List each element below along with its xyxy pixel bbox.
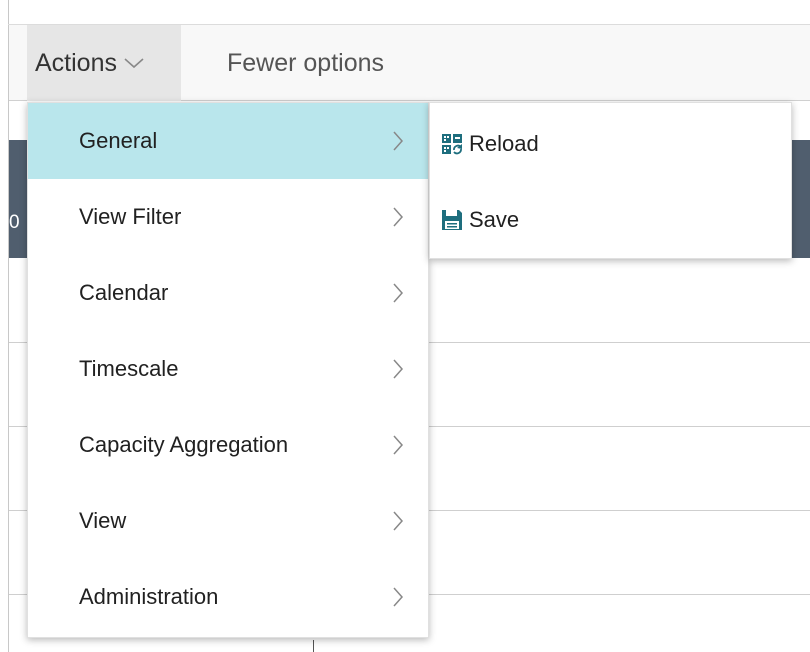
chevron-right-icon xyxy=(393,207,404,227)
chevron-right-icon xyxy=(393,283,404,303)
menu-item-label: Capacity Aggregation xyxy=(79,432,289,457)
general-submenu: Reload Save xyxy=(429,102,792,259)
save-icon xyxy=(442,210,462,230)
chevron-right-icon xyxy=(393,359,404,379)
fewer-options-button[interactable]: Fewer options xyxy=(227,25,384,101)
chevron-down-icon xyxy=(124,58,144,69)
menu-item-label: General xyxy=(79,128,158,153)
actions-dropdown-menu: General View Filter Calendar Timescale C… xyxy=(27,102,429,638)
menu-item-label: View Filter xyxy=(79,204,182,229)
menu-item-administration[interactable]: Administration xyxy=(28,559,428,635)
actions-label: Actions xyxy=(35,48,117,77)
submenu-item-reload[interactable]: Reload xyxy=(430,106,791,182)
chevron-right-icon xyxy=(393,587,404,607)
submenu-item-label: Reload xyxy=(469,131,539,156)
menu-item-label: Timescale xyxy=(79,356,179,381)
actions-menu-button[interactable]: Actions xyxy=(27,25,181,101)
menu-item-calendar[interactable]: Calendar xyxy=(28,255,428,331)
timeline-header-text: 0 xyxy=(9,212,20,233)
menu-item-view[interactable]: View xyxy=(28,483,428,559)
menu-item-label: Calendar xyxy=(79,280,169,305)
chevron-right-icon xyxy=(393,131,404,151)
grid-tick-mark xyxy=(313,640,314,652)
submenu-item-save[interactable]: Save xyxy=(430,182,791,258)
menu-item-general[interactable]: General xyxy=(28,103,428,179)
chevron-right-icon xyxy=(393,511,404,531)
chevron-right-icon xyxy=(393,435,404,455)
menu-item-capacity-aggregation[interactable]: Capacity Aggregation xyxy=(28,407,428,483)
menu-item-timescale[interactable]: Timescale xyxy=(28,331,428,407)
menu-item-label: View xyxy=(79,508,127,533)
menu-item-label: Administration xyxy=(79,584,219,609)
menu-item-view-filter[interactable]: View Filter xyxy=(28,179,428,255)
submenu-item-label: Save xyxy=(469,207,520,232)
reload-icon xyxy=(442,134,462,155)
